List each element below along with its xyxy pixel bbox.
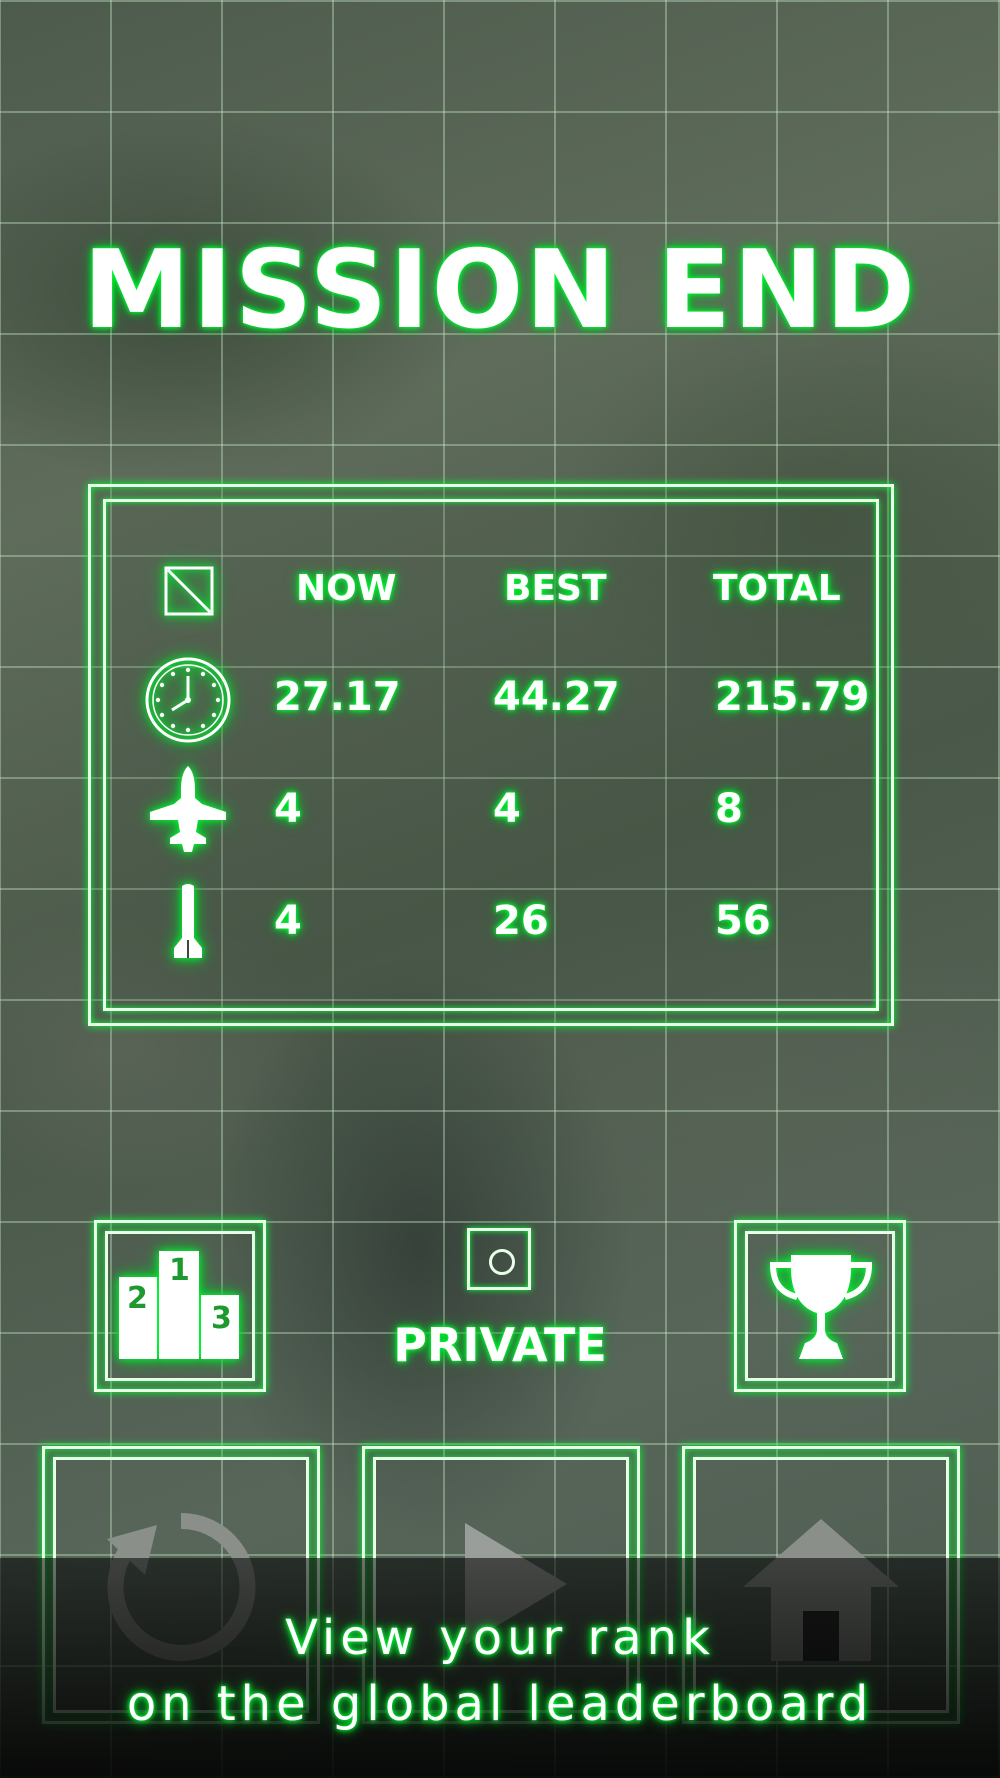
privacy-label[interactable]: PRIVATE (300, 1318, 700, 1372)
col-header-total: TOTAL (713, 568, 841, 609)
fighter-jet-icon (148, 764, 228, 860)
time-total: 215.79 (715, 674, 870, 720)
banner-line-2[interactable]: on the global leaderboard (0, 1676, 1000, 1732)
jets-best: 4 (493, 786, 521, 832)
trophy-icon (769, 1251, 873, 1367)
achievements-button[interactable] (734, 1220, 906, 1392)
podium-number-2: 2 (127, 1281, 148, 1316)
page-title: MISSION END (82, 228, 918, 353)
podium-number-3: 3 (211, 1301, 232, 1336)
time-best: 44.27 (493, 674, 620, 720)
podium-number-1: 1 (169, 1253, 190, 1288)
col-header-now: NOW (296, 568, 397, 609)
missile-icon (166, 882, 210, 964)
podium-icon (117, 1249, 241, 1365)
time-now: 27.17 (274, 674, 401, 720)
banner-line-1[interactable]: View your rank (0, 1610, 1000, 1666)
col-header-best: BEST (504, 568, 607, 609)
jets-total: 8 (715, 786, 743, 832)
leaderboard-banner[interactable] (0, 1558, 1000, 1778)
missiles-best: 26 (493, 898, 549, 944)
privacy-toggle[interactable] (467, 1228, 531, 1290)
leaderboard-button[interactable]: 2 1 3 (94, 1220, 266, 1392)
missiles-now: 4 (274, 898, 302, 944)
square-slash-icon (164, 566, 214, 620)
clock-icon (144, 656, 232, 748)
missiles-total: 56 (715, 898, 771, 944)
jets-now: 4 (274, 786, 302, 832)
